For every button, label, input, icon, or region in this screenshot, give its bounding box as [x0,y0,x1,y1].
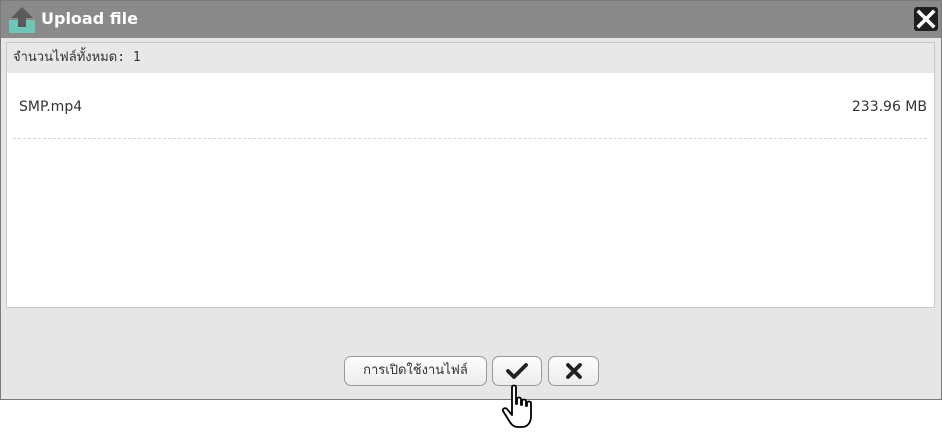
file-count-bar: จำนวนไฟล์ทั้งหมด: 1 [7,43,934,73]
dialog-titlebar: Upload file [1,1,941,38]
upload-dialog: Upload file จำนวนไฟล์ทั้งหมด: 1 SMP.mp4 … [0,0,942,400]
close-button[interactable] [914,7,938,31]
upload-icon [9,7,35,33]
file-size: 233.96 MB [851,99,927,115]
hand-cursor-icon [500,384,540,430]
cancel-button[interactable] [548,356,599,386]
file-count-label: จำนวนไฟล์ทั้งหมด: 1 [13,50,141,65]
dialog-title: Upload file [41,9,138,28]
checkmark-icon [506,363,528,379]
close-icon [916,9,936,29]
file-name: SMP.mp4 [19,99,83,115]
file-list-panel: จำนวนไฟล์ทั้งหมด: 1 SMP.mp4 233.96 MB [6,42,935,308]
file-row[interactable]: SMP.mp4 233.96 MB [13,74,927,139]
cross-icon [565,363,582,379]
confirm-button[interactable] [492,356,542,386]
enable-file-button[interactable]: การเปิดใช้งานไฟล์ [344,356,487,386]
